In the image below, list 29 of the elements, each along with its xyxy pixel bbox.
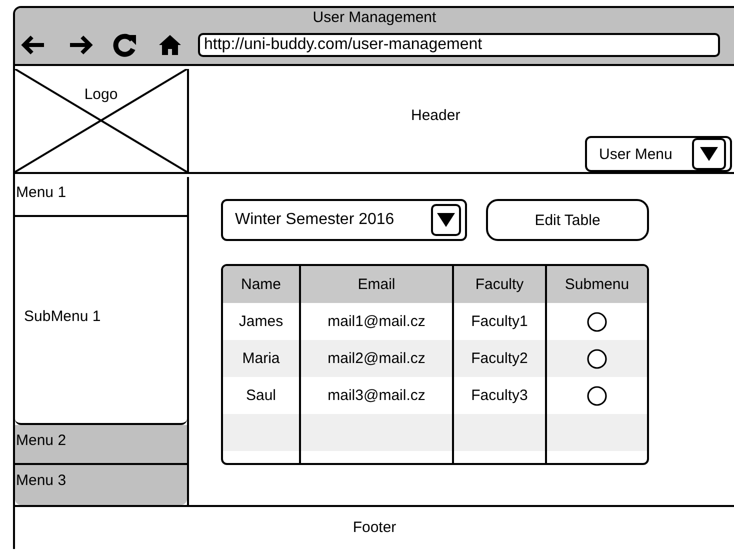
table-cell: Maria xyxy=(223,340,299,377)
radio-button[interactable] xyxy=(587,386,607,406)
column-header: Faculty xyxy=(452,266,545,303)
reload-icon[interactable] xyxy=(112,32,138,58)
column-header: Submenu xyxy=(545,266,647,303)
column-header: Name xyxy=(223,266,299,303)
back-icon[interactable] xyxy=(20,33,46,57)
menu-item[interactable]: Menu 2 xyxy=(15,425,187,465)
footer-text: Footer xyxy=(352,519,396,536)
menu-item[interactable]: Menu 3 xyxy=(15,465,187,505)
logo-label: Logo xyxy=(84,86,118,103)
table-cell-text: Saul xyxy=(244,386,278,406)
column-header: Email xyxy=(299,266,452,303)
radio-button[interactable] xyxy=(587,348,607,368)
home-icon[interactable] xyxy=(158,34,182,56)
table-cell: Faculty2 xyxy=(452,340,545,377)
edit-table-button[interactable]: Edit Table xyxy=(486,199,649,241)
radio-button[interactable] xyxy=(587,312,607,332)
url-field[interactable]: http://uni-buddy.com/user-management xyxy=(198,33,720,57)
header-title: Header xyxy=(411,107,460,124)
user-menu-dropdown[interactable]: User Menu xyxy=(585,136,732,172)
window-title: User Management xyxy=(312,8,438,28)
submenu-item[interactable]: SubMenu 1 xyxy=(24,308,101,324)
forward-icon[interactable] xyxy=(68,33,94,57)
table-cell: mail2@mail.cz xyxy=(299,340,452,377)
semester-dropdown[interactable]: Winter Semester 2016 xyxy=(221,199,467,241)
caret-icon xyxy=(700,147,718,161)
table-cell-text: James xyxy=(238,312,284,332)
caret-icon xyxy=(437,213,455,227)
